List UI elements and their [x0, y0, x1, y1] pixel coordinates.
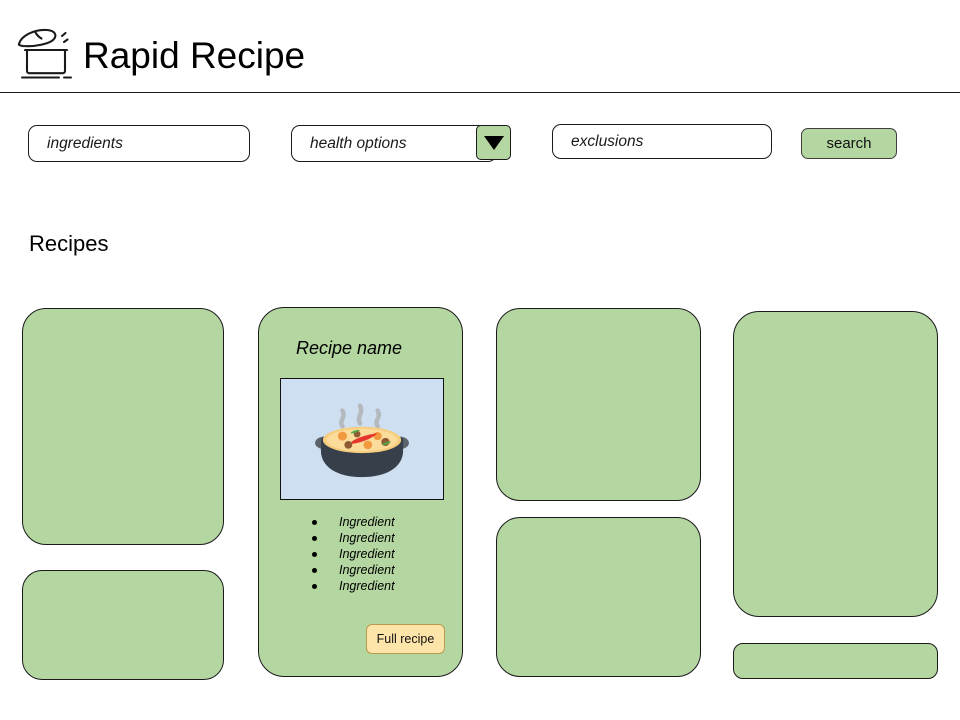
list-item: Ingredient [312, 562, 395, 578]
list-item: Ingredient [312, 546, 395, 562]
ingredients-input[interactable]: ingredients [28, 125, 250, 162]
list-item: Ingredient [312, 578, 395, 594]
header-divider [0, 92, 960, 93]
page-title: Recipes [29, 231, 109, 256]
list-item: Ingredient [312, 530, 395, 546]
exclusions-placeholder: exclusions [571, 132, 644, 150]
bullet-icon [312, 519, 317, 525]
bullet-icon [312, 583, 317, 589]
search-button[interactable]: search [801, 128, 897, 159]
health-options-placeholder: health options [310, 134, 407, 152]
triangle-down-icon [483, 135, 504, 150]
recipe-card-placeholder[interactable] [496, 517, 701, 677]
health-options-dropdown-button[interactable] [476, 125, 511, 160]
bullet-icon [312, 551, 317, 557]
list-item: Ingredient [312, 514, 395, 530]
bullet-icon [312, 535, 317, 541]
ingredient-list: Ingredient Ingredient Ingredient Ingredi… [312, 514, 395, 594]
recipe-card-placeholder[interactable] [733, 311, 938, 617]
bullet-icon [312, 567, 317, 573]
recipe-name: Recipe name [296, 338, 403, 358]
recipe-image [280, 378, 444, 500]
ingredients-placeholder: ingredients [47, 134, 123, 152]
full-recipe-button[interactable]: Full recipe [366, 624, 445, 654]
pot-of-food-icon [315, 403, 409, 478]
recipe-card-placeholder[interactable] [22, 308, 224, 545]
app-title: Rapid Recipe [83, 35, 306, 76]
app-header: Rapid Recipe [0, 0, 960, 93]
health-options-input[interactable]: health options [291, 125, 497, 162]
recipe-card-placeholder[interactable] [22, 570, 224, 680]
exclusions-input[interactable]: exclusions [552, 124, 772, 159]
cooking-pot-icon [14, 26, 76, 80]
recipe-card-placeholder[interactable] [733, 643, 938, 679]
recipe-card-placeholder[interactable] [496, 308, 701, 501]
